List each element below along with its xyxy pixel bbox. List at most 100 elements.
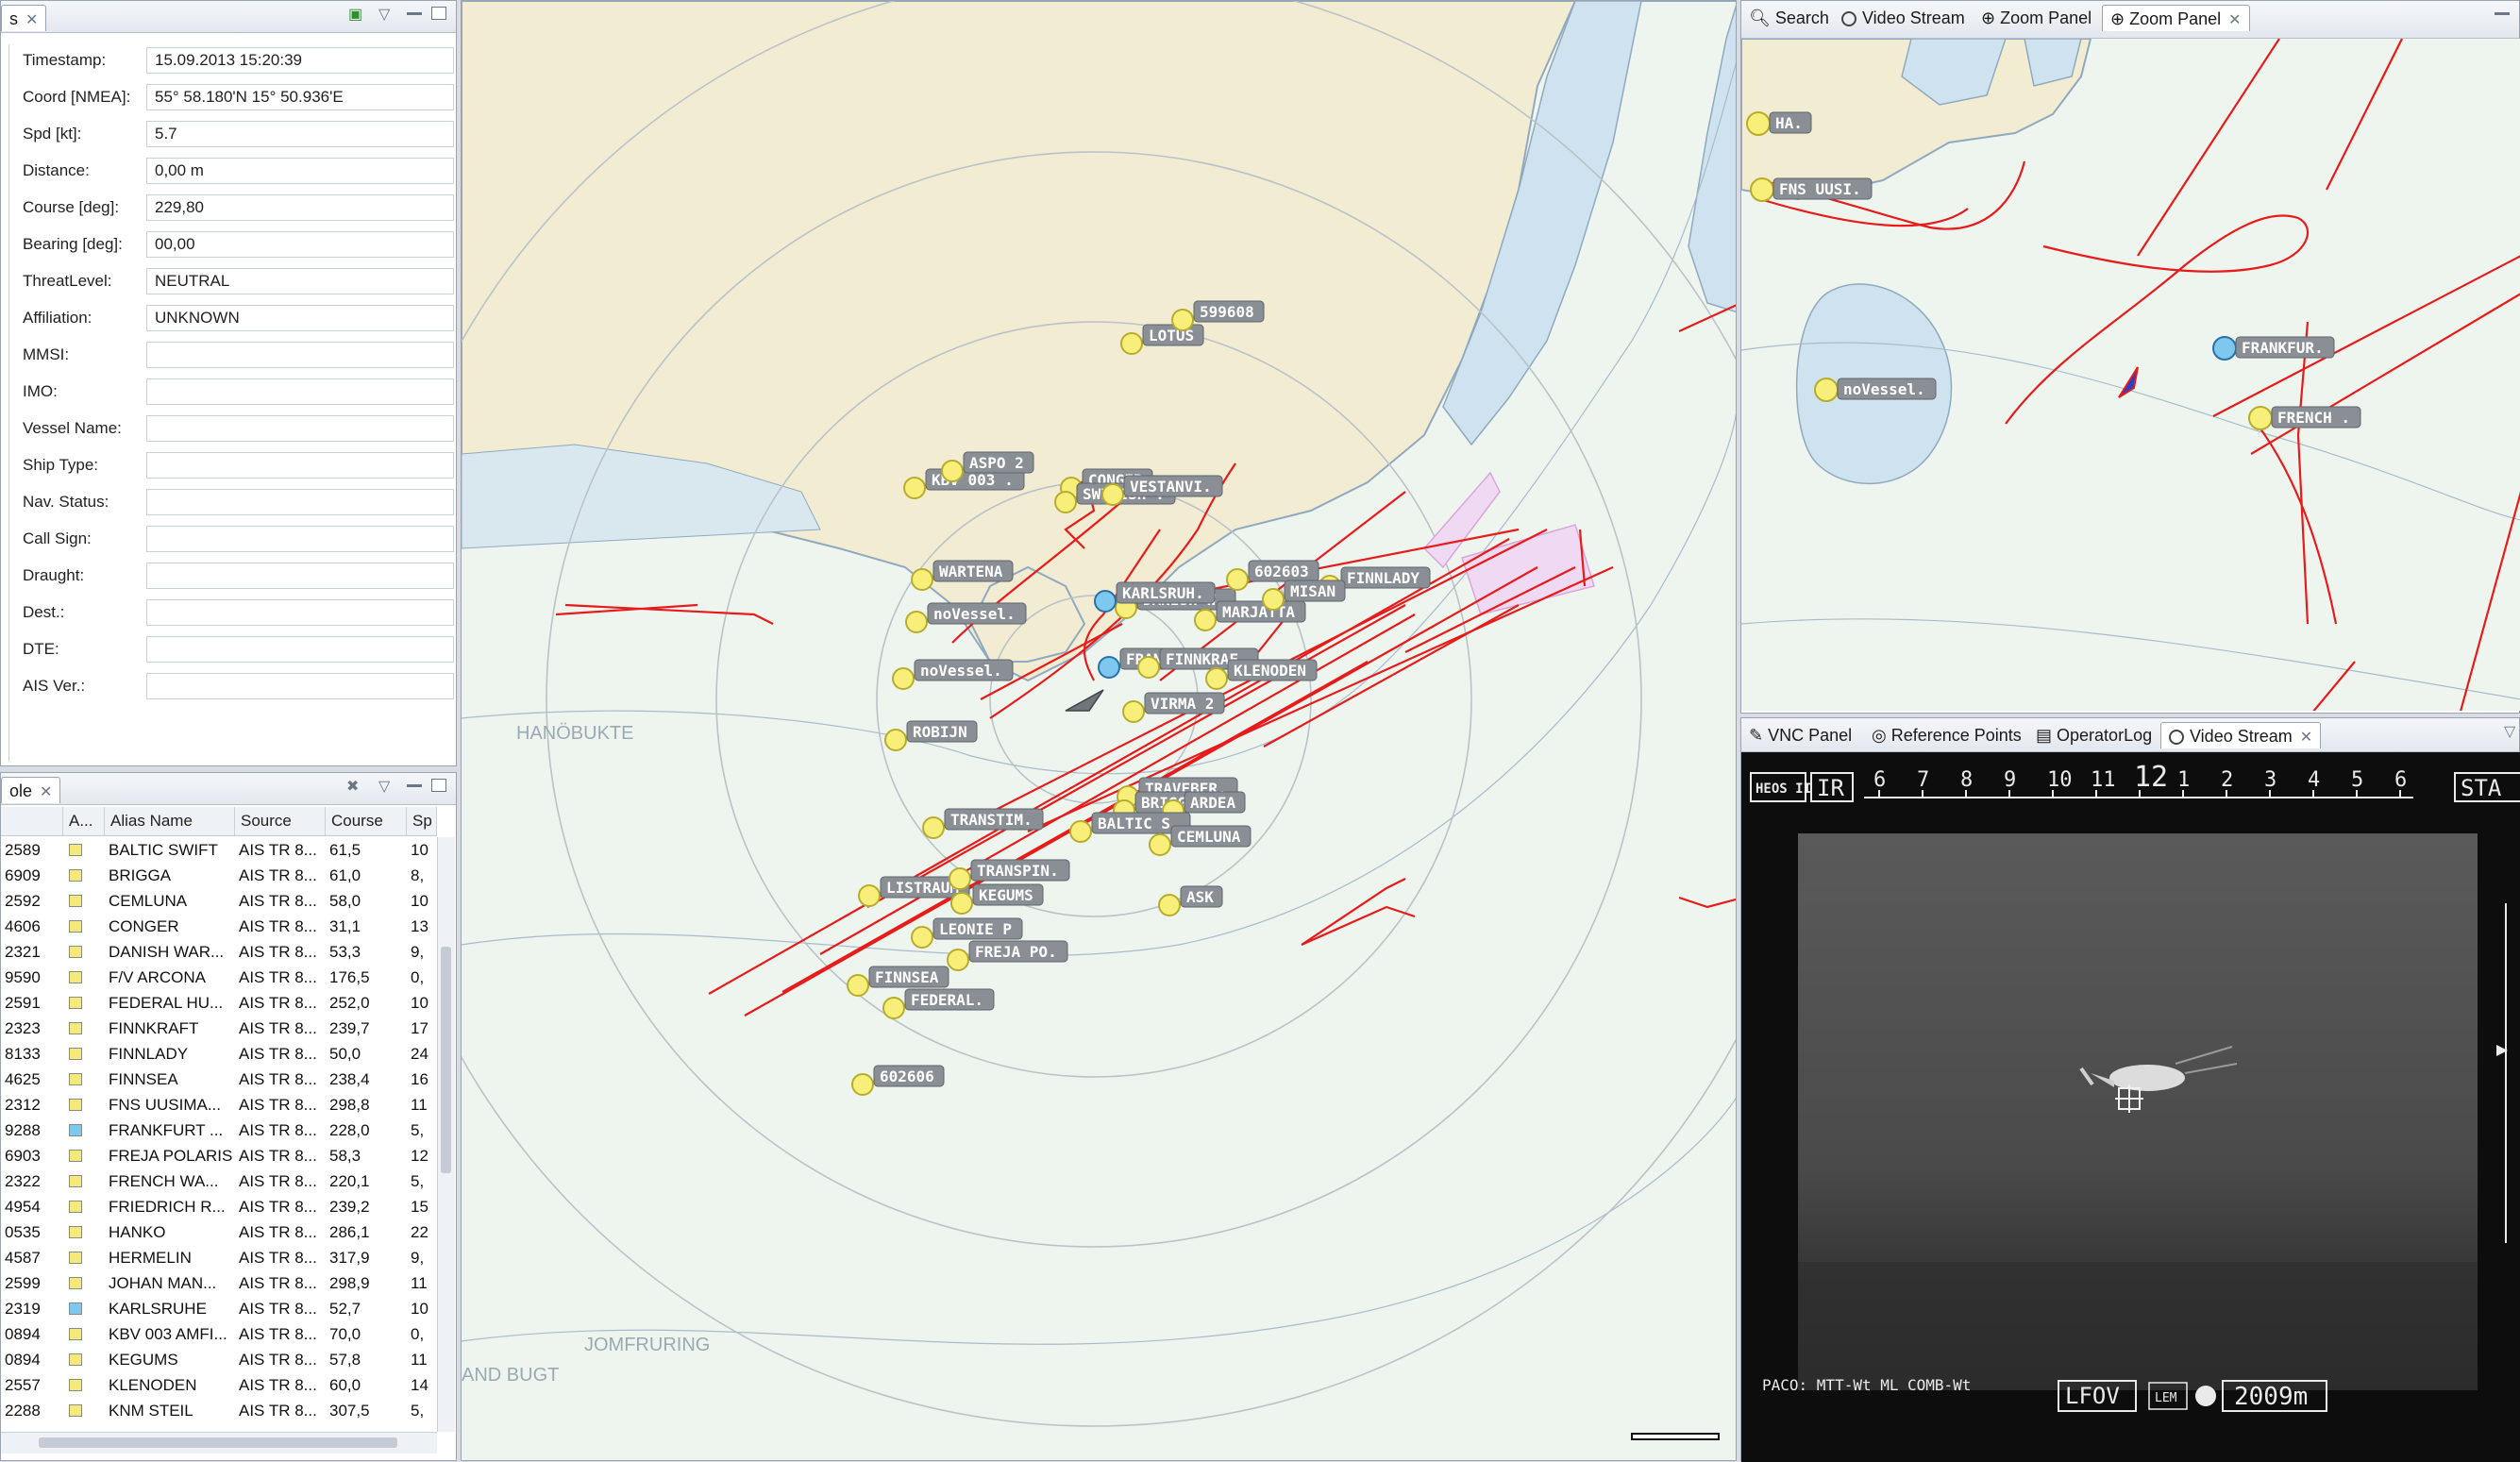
table-row[interactable]: 2591 FEDERAL HU... AIS TR 8... 252,0 10 [1,990,437,1016]
vessel-icon[interactable] [1158,894,1181,916]
vessel-icon[interactable] [1069,820,1092,843]
property-value-field[interactable]: NEUTRAL [146,268,454,294]
vessel-target[interactable]: FEDERAL. [882,988,995,1019]
table-row[interactable]: 0894 KBV 003 AMFI... AIS TR 8... 70,0 0, [1,1321,437,1347]
tab-video-stream-active[interactable]: Video Stream ✕ [2160,722,2322,748]
vessel-target[interactable]: ROBIJN [884,720,978,751]
vessel-icon[interactable] [1205,667,1228,690]
sea-chart[interactable]: HANÖBUKTE JOMFRURING AND BUGT KBV 003 .A… [462,1,1737,1461]
table-row[interactable]: 2323 FINNKRAFT AIS TR 8... 239,7 17 [1,1016,437,1041]
tab-video-stream[interactable]: Video Stream [1834,5,1973,31]
vessel-target[interactable]: FRANKFUR. [2212,336,2335,361]
column-header-alias[interactable]: Alias Name [105,807,235,835]
vessel-icon[interactable] [882,997,905,1019]
tab-properties[interactable]: s ✕ [1,5,47,31]
zoom-chart[interactable]: HA. FNS UUSI. noVessel. FRANKFUR. FRENCH . [1741,39,2520,711]
friendly-vessel-icon[interactable] [1094,590,1117,613]
filter-icon[interactable]: ✖ [346,777,359,796]
property-value-field[interactable]: 00,00 [146,231,454,258]
vessel-icon[interactable] [1101,483,1124,506]
vessel-icon[interactable] [1122,700,1145,723]
table-row[interactable]: 0894 KEGUMS AIS TR 8... 57,8 11 [1,1347,437,1372]
minimize-icon[interactable] [407,784,422,787]
vessel-icon[interactable] [1194,609,1217,631]
maximize-icon[interactable] [431,779,446,792]
close-icon[interactable]: ✕ [2228,12,2241,28]
vessel-icon[interactable] [1137,656,1160,679]
vessel-icon[interactable] [2248,406,2273,430]
tab-zoom-panel-active[interactable]: ⊕ Zoom Panel ✕ [2102,5,2250,31]
column-header-affiliation[interactable]: A... [63,807,105,835]
table-row[interactable]: 6903 FREJA POLARIS AIS TR 8... 58,3 12 [1,1143,437,1168]
property-value-field[interactable] [146,673,454,699]
table-row[interactable]: 8133 FINNLADY AIS TR 8... 50,0 24 [1,1041,437,1067]
property-value-field[interactable]: 0,00 m [146,158,454,184]
table-row[interactable]: 2312 FNS UUSIMA... AIS TR 8... 298,8 11 [1,1092,437,1118]
vessel-icon[interactable] [947,949,969,971]
vessel-icon[interactable] [884,729,907,751]
close-icon[interactable]: ✕ [40,784,52,800]
vessel-icon[interactable] [1120,332,1143,355]
vessel-target[interactable]: ASK [1158,885,1223,916]
table-row[interactable]: 2321 DANISH WAR... AIS TR 8... 53,3 9, [1,939,437,965]
maximize-icon[interactable] [431,7,446,20]
vessel-target[interactable]: VIRMA 2 [1122,692,1225,723]
property-value-field[interactable] [146,342,454,368]
property-value-field[interactable] [146,563,454,589]
scrollbar-thumb[interactable] [441,947,451,1173]
vessel-icon[interactable] [941,460,964,482]
table-row[interactable]: 2319 KARLSRUHE AIS TR 8... 52,7 10 [1,1296,437,1321]
vessel-icon[interactable] [1226,568,1249,591]
vessel-icon[interactable] [922,816,945,839]
tab-operator-log[interactable]: ▤ OperatorLog [2028,722,2159,748]
vessel-target[interactable]: noVessel. [1814,378,1937,402]
vessel-icon[interactable] [903,477,926,499]
tab-search[interactable]: 🔍︎ Search [1741,5,1837,31]
vessel-target[interactable]: noVessel. [892,659,1014,690]
vessel-icon[interactable] [892,667,915,690]
horizontal-scrollbar[interactable] [1,1432,437,1454]
vessel-icon[interactable] [1262,588,1285,611]
column-header-source[interactable]: Source [235,807,326,835]
property-value-field[interactable] [146,452,454,479]
tab-reference-points[interactable]: ◎ Reference Points [1864,722,2029,748]
column-header-speed[interactable]: Sp [407,807,437,835]
view-menu-icon[interactable]: ▽ [378,777,390,796]
vessel-icon[interactable] [949,867,971,890]
vessel-icon[interactable] [851,1073,874,1096]
friendly-vessel-icon[interactable] [1098,656,1120,679]
vessel-icon[interactable] [858,884,881,907]
vessel-target[interactable]: TRANSTIM. [922,808,1044,839]
property-value-field[interactable] [146,636,454,663]
vessel-icon[interactable] [1746,111,1771,136]
table-row[interactable]: 2592 CEMLUNA AIS TR 8... 58,0 10 [1,888,437,914]
table-row[interactable]: 2288 KNM STEIL AIS TR 8... 307,5 5, [1,1398,437,1423]
property-value-field[interactable] [146,415,454,442]
property-value-field[interactable]: 15.09.2013 15:20:39 [146,47,454,74]
tab-vnc-panel[interactable]: ✎ VNC Panel [1741,722,1859,748]
tab-table[interactable]: ole ✕ [1,777,61,803]
property-value-field[interactable] [146,378,454,405]
vessel-target[interactable]: 602606 [851,1065,945,1096]
view-menu-icon[interactable]: ▽ [2504,722,2515,741]
vessel-target[interactable]: FNS UUSI. [1750,177,1873,202]
vessel-icon[interactable] [1814,378,1839,402]
table-row[interactable]: 9590 F/V ARCONA AIS TR 8... 176,5 0, [1,965,437,990]
table-row[interactable]: 2557 KLENODEN AIS TR 8... 60,0 14 [1,1372,437,1398]
vessel-icon[interactable] [950,892,973,915]
table-row[interactable]: 4625 FINNSEA AIS TR 8... 238,4 16 [1,1067,437,1092]
vessel-icon[interactable] [1171,309,1194,331]
property-value-field[interactable]: 229,80 [146,194,454,221]
property-value-field[interactable]: 55° 58.180'N 15° 50.936'E [146,84,454,110]
vessel-icon[interactable] [911,568,933,591]
scrollbar-thumb[interactable] [39,1437,397,1448]
vessel-icon[interactable] [1149,833,1171,856]
column-header-course[interactable]: Course [326,807,407,835]
vessel-target[interactable]: FRENCH . [2248,406,2361,430]
table-row[interactable]: 6909 BRIGGA AIS TR 8... 61,0 8, [1,863,437,888]
vessel-icon[interactable] [1054,491,1077,513]
minimize-icon[interactable] [2495,12,2510,15]
map-panel[interactable]: HANÖBUKTE JOMFRURING AND BUGT KBV 003 .A… [461,0,1737,1461]
property-value-field[interactable] [146,599,454,626]
friendly-vessel-icon[interactable] [2212,336,2237,361]
